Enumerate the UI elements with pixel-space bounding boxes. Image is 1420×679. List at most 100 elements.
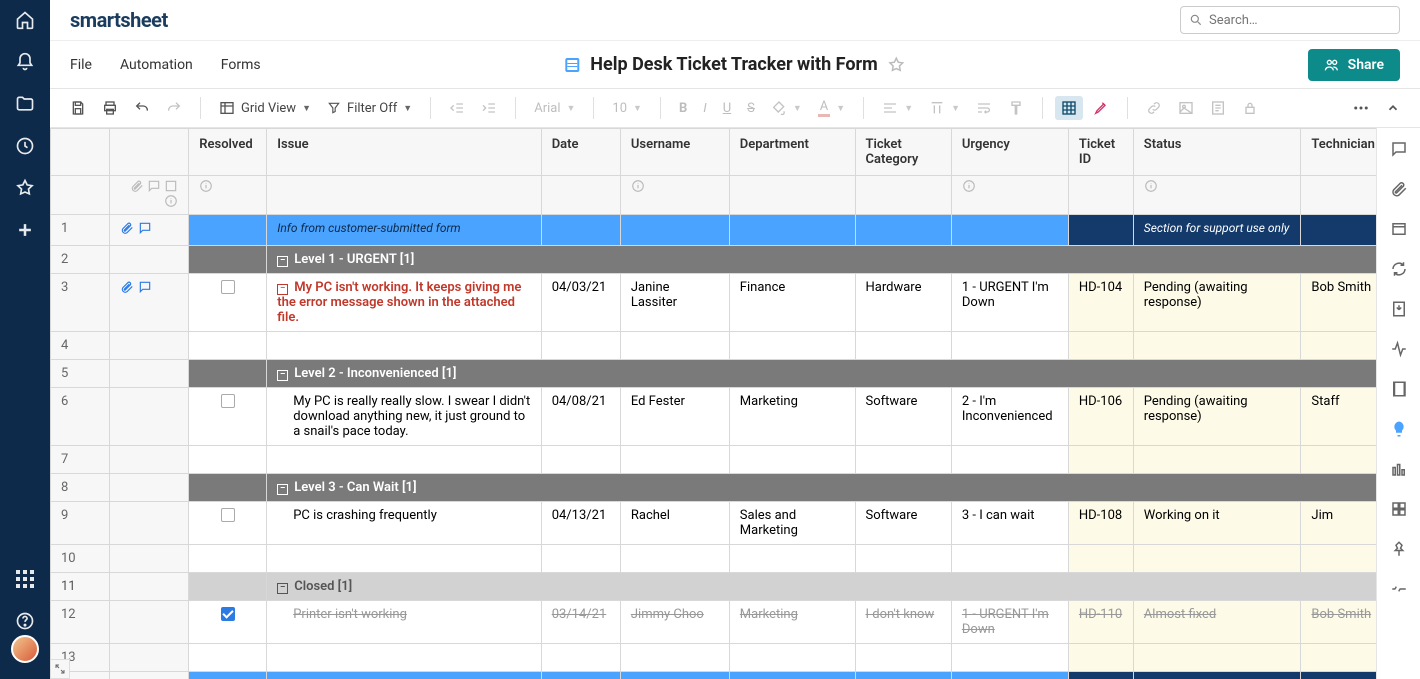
expand-fullscreen-button[interactable]: [50, 659, 70, 679]
favorite-star-icon[interactable]: [888, 56, 906, 74]
publish-icon[interactable]: [1390, 300, 1408, 318]
col-username[interactable]: Username: [620, 129, 729, 176]
table-row[interactable]: 14 New Form Submissions Appear Below: [51, 672, 1377, 679]
table-row[interactable]: 4: [51, 332, 1377, 360]
global-search[interactable]: [1180, 6, 1400, 34]
col-date[interactable]: Date: [541, 129, 620, 176]
indent-button[interactable]: [475, 96, 503, 120]
col-status[interactable]: Status: [1133, 129, 1301, 176]
attachments-col-icon: [130, 179, 144, 193]
update-requests-icon[interactable]: [1390, 260, 1408, 278]
table-row[interactable]: 7: [51, 446, 1377, 474]
more-button[interactable]: [1346, 95, 1376, 121]
collapse-icon[interactable]: −: [277, 583, 288, 594]
fontsize-selector[interactable]: 10▼: [606, 97, 648, 120]
proofs-icon[interactable]: [1390, 220, 1408, 238]
home-icon[interactable]: [15, 10, 35, 30]
bold-button[interactable]: B: [673, 97, 693, 120]
group-row[interactable]: 8 −Level 3 - Can Wait [1]: [51, 474, 1377, 502]
recents-icon[interactable]: [15, 136, 35, 156]
sheet-icon: [564, 57, 580, 73]
resolved-checkbox[interactable]: [221, 607, 235, 621]
attachment-icon[interactable]: [120, 280, 134, 294]
table-row[interactable]: 10: [51, 545, 1377, 573]
col-department[interactable]: Department: [729, 129, 855, 176]
outdent-button[interactable]: [443, 96, 471, 120]
table-row[interactable]: 9 PC is crashing frequently 04/13/21Rach…: [51, 502, 1377, 545]
col-ticketid[interactable]: Ticket ID: [1068, 129, 1133, 176]
col-category[interactable]: Ticket Category: [855, 129, 951, 176]
group-row[interactable]: 5 −Level 2 - Inconvenienced [1]: [51, 360, 1377, 388]
table-row[interactable]: 12 Printer isn't working 03/14/21 Jimmy …: [51, 601, 1377, 644]
comment-icon[interactable]: [138, 221, 152, 235]
sheet-grid[interactable]: Resolved Issue Date Username Department …: [50, 128, 1376, 679]
info-icon: [631, 179, 645, 193]
filter-button[interactable]: Filter Off▼: [321, 97, 418, 120]
font-selector[interactable]: Arial▼: [528, 97, 581, 120]
app-launcher-icon[interactable]: [15, 569, 35, 589]
col-resolved[interactable]: Resolved: [189, 129, 267, 176]
pin-icon[interactable]: [1390, 540, 1408, 558]
wrap-button[interactable]: [970, 96, 998, 120]
col-issue[interactable]: Issue: [267, 129, 541, 176]
col-urgency[interactable]: Urgency: [951, 129, 1068, 176]
highlight-button[interactable]: [1087, 96, 1115, 120]
brandfolder-icon[interactable]: [1390, 500, 1408, 518]
work-apps-icon[interactable]: [1390, 460, 1408, 478]
textcolor-button[interactable]: A▼: [812, 95, 851, 121]
grid-view-icon[interactable]: [1055, 96, 1083, 120]
table-row[interactable]: 1 Info from customer-submitted form Sect…: [51, 215, 1377, 246]
strike-button[interactable]: S: [741, 97, 761, 120]
view-switcher[interactable]: Grid View▼: [213, 96, 317, 120]
align-left-button[interactable]: ▼: [876, 96, 919, 120]
save-button[interactable]: [64, 96, 92, 120]
redo-button[interactable]: [160, 96, 188, 120]
collapse-icon[interactable]: −: [277, 484, 288, 495]
table-row[interactable]: 13: [51, 644, 1377, 672]
activity-log-icon[interactable]: [1390, 340, 1408, 358]
conversations-icon[interactable]: [1390, 140, 1408, 158]
underline-button[interactable]: U: [717, 97, 737, 120]
undo-button[interactable]: [128, 96, 156, 120]
lock-button[interactable]: [1236, 96, 1264, 120]
resolved-checkbox[interactable]: [221, 394, 235, 408]
menu-forms[interactable]: Forms: [221, 57, 261, 73]
grid-scroll[interactable]: Resolved Issue Date Username Department …: [50, 128, 1376, 679]
collapse-icon[interactable]: −: [277, 256, 288, 267]
attach-button[interactable]: [1204, 96, 1232, 120]
share-button[interactable]: Share: [1308, 49, 1400, 81]
menu-file[interactable]: File: [70, 57, 92, 73]
fillcolor-button[interactable]: ▼: [765, 96, 808, 120]
summary-icon[interactable]: [1390, 380, 1408, 398]
tips-icon[interactable]: [1390, 420, 1408, 438]
help-icon[interactable]: [15, 611, 35, 631]
comment-icon[interactable]: [138, 280, 152, 294]
user-avatar[interactable]: [11, 635, 39, 663]
resolved-checkbox[interactable]: [221, 280, 235, 294]
group-row[interactable]: 11 −Closed [1]: [51, 573, 1377, 601]
collapse-toolbar-button[interactable]: [1380, 97, 1406, 119]
image-button[interactable]: [1172, 96, 1200, 120]
menu-automation[interactable]: Automation: [120, 57, 193, 73]
group-row[interactable]: 2 −Level 1 - URGENT [1]: [51, 246, 1377, 274]
search-input[interactable]: [1209, 13, 1391, 28]
table-row[interactable]: 6 My PC is really really slow. I swear I…: [51, 388, 1377, 446]
favorites-icon[interactable]: [15, 178, 35, 198]
table-row[interactable]: 3 −My PC isn't working. It keeps giving …: [51, 274, 1377, 332]
notifications-icon[interactable]: [15, 52, 35, 72]
browse-icon[interactable]: [15, 94, 35, 114]
content: Resolved Issue Date Username Department …: [50, 128, 1420, 679]
attachment-icon[interactable]: [120, 221, 134, 235]
link-button[interactable]: [1140, 96, 1168, 120]
collapse-icon[interactable]: −: [277, 284, 288, 295]
print-button[interactable]: [96, 96, 124, 120]
resolved-checkbox[interactable]: [221, 508, 235, 522]
italic-button[interactable]: I: [697, 97, 712, 120]
create-icon[interactable]: [15, 220, 35, 240]
align-top-button[interactable]: ▼: [923, 96, 966, 120]
attachments-icon[interactable]: [1390, 180, 1408, 198]
format-button[interactable]: [1002, 96, 1030, 120]
resource-icon[interactable]: [1390, 580, 1408, 598]
col-technician[interactable]: Technician: [1301, 129, 1376, 176]
collapse-icon[interactable]: −: [277, 370, 288, 381]
